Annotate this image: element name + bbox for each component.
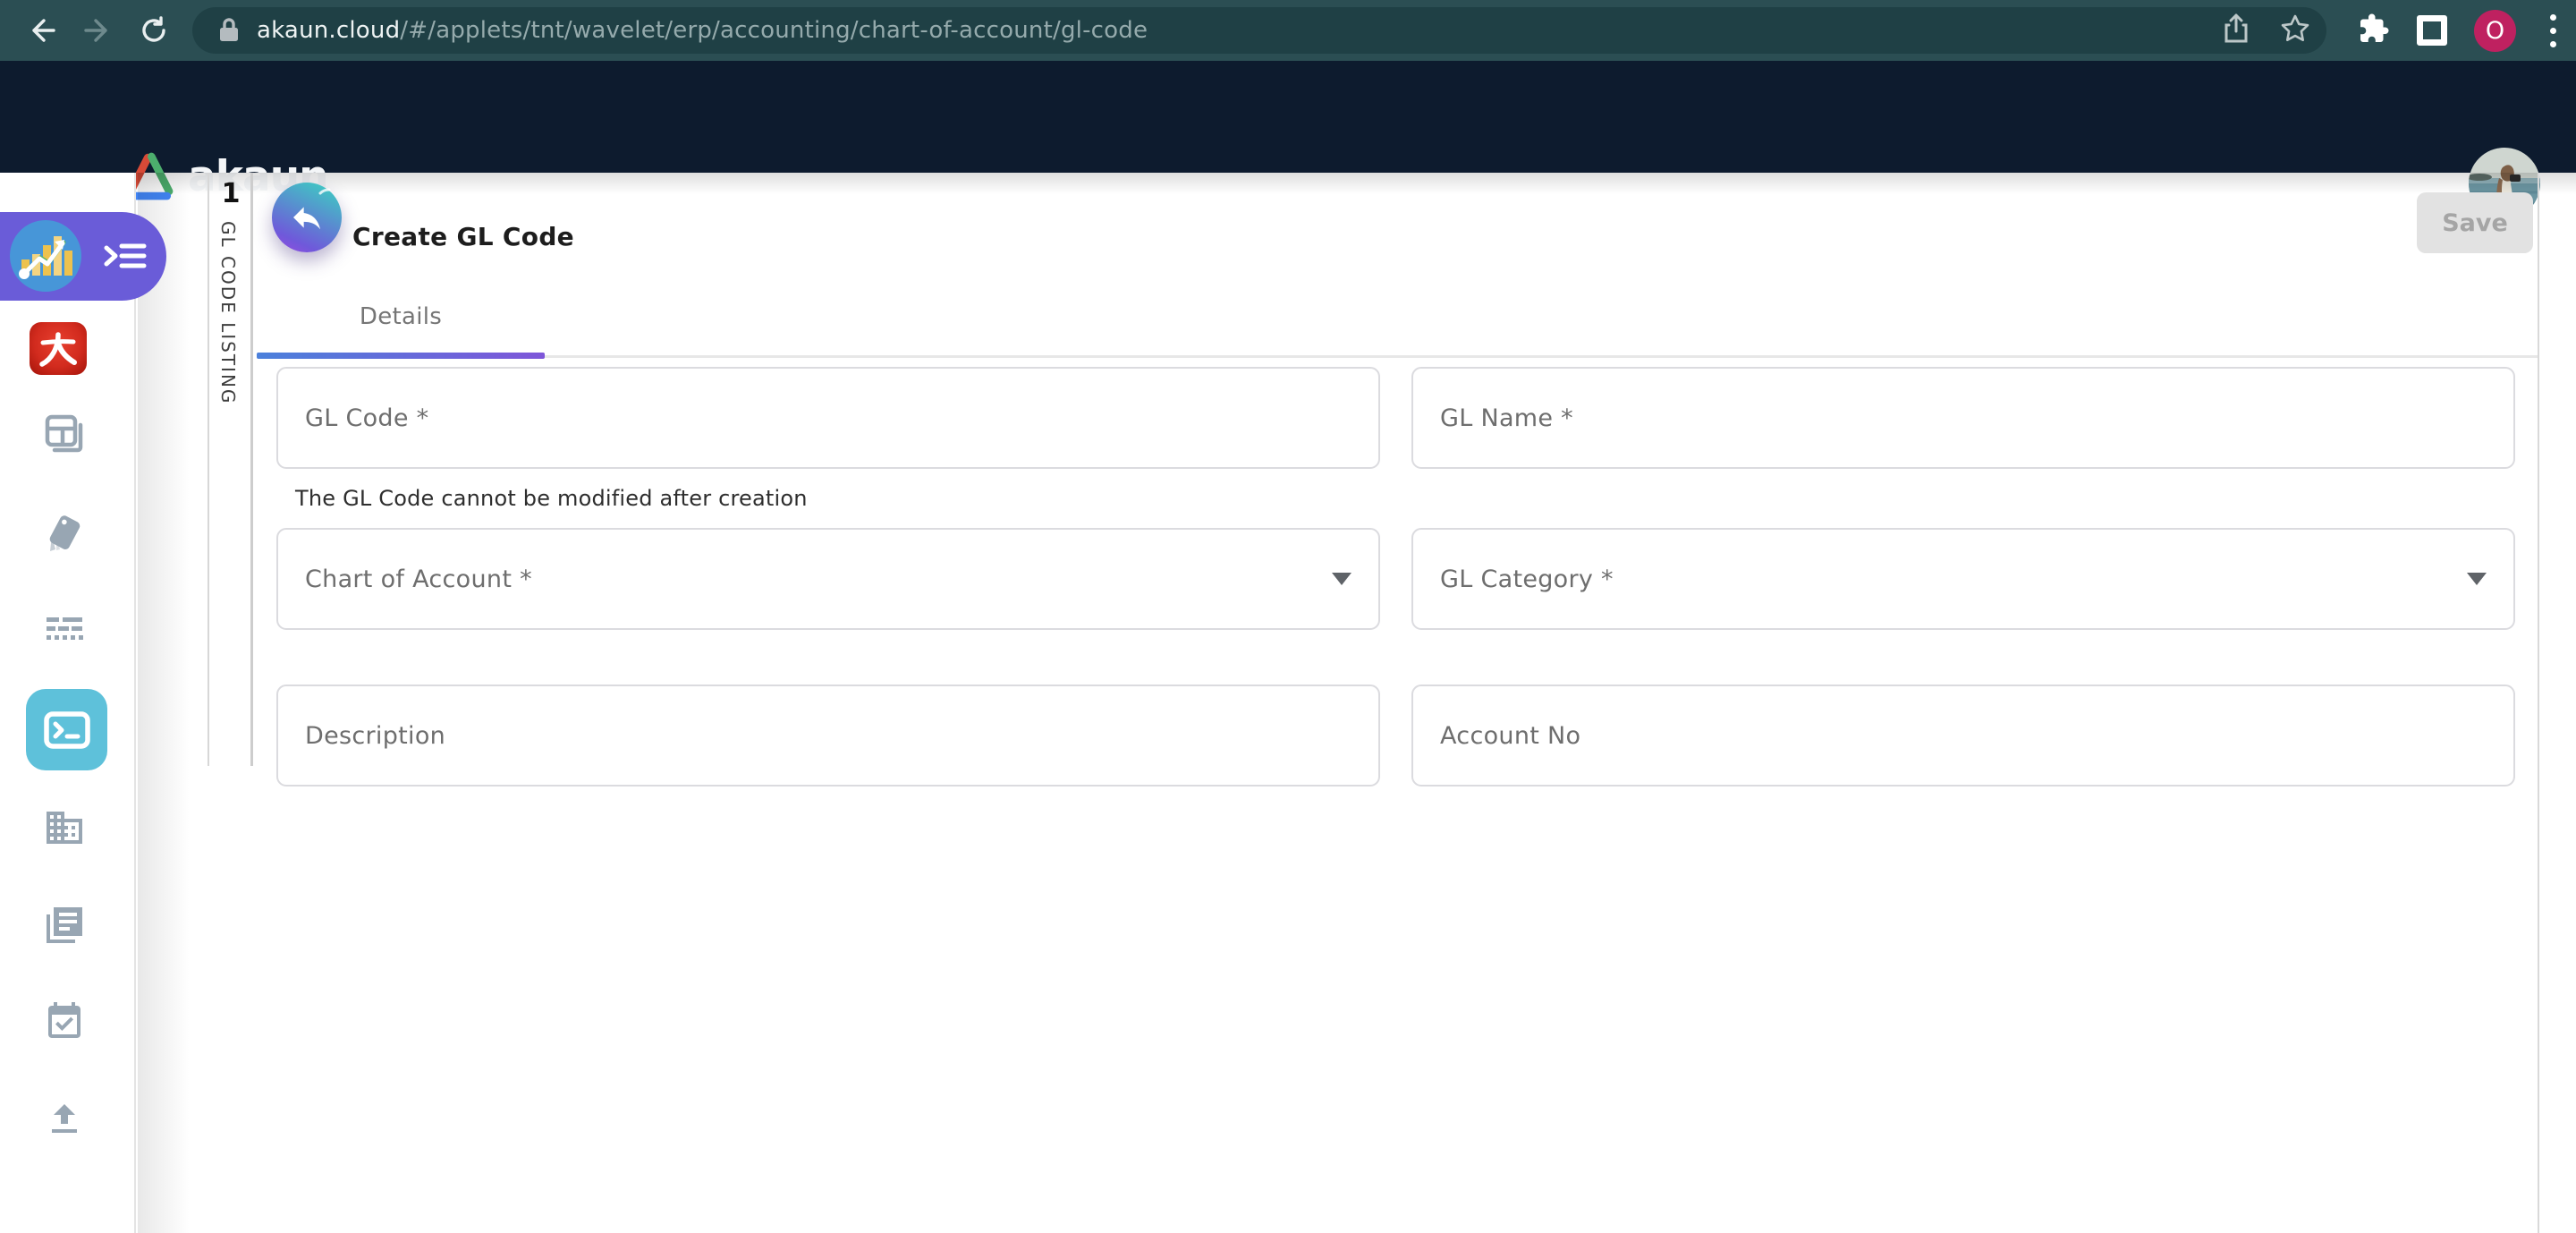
description-input[interactable] — [278, 686, 1378, 785]
window-layout-icon — [43, 413, 86, 456]
gl-code-input[interactable] — [278, 369, 1378, 467]
account-no-input[interactable] — [1413, 686, 2513, 785]
browser-toolbar: akaun.cloud/#/applets/tnt/wavelet/erp/ac… — [0, 0, 2576, 61]
gl-category-label: GL Category * — [1440, 565, 1614, 593]
gl-category-select[interactable]: GL Category * — [1411, 528, 2515, 630]
sidebar-item-row-list[interactable] — [43, 610, 86, 653]
fab-highlight — [317, 188, 336, 208]
sidebar-item-organization[interactable] — [43, 806, 86, 849]
back-icon[interactable] — [23, 13, 59, 48]
panel-vertical-label[interactable]: GL CODE LISTING — [217, 221, 239, 404]
account-no-field[interactable] — [1411, 685, 2515, 787]
sidebar-item-terminal-active[interactable] — [26, 689, 107, 770]
sidebar-item-style[interactable] — [43, 512, 86, 555]
panel-left-border — [208, 173, 209, 766]
gl-name-input[interactable] — [1413, 369, 2513, 467]
chart-of-account-select[interactable]: Chart of Account * — [276, 528, 1380, 630]
refresh-icon[interactable] — [136, 13, 172, 48]
sidebar-item-calendar[interactable] — [43, 1000, 86, 1043]
back-button[interactable] — [272, 183, 342, 252]
url-text: akaun.cloud/#/applets/tnt/wavelet/erp/ac… — [257, 17, 1148, 44]
lock-icon — [217, 17, 241, 44]
sidebar-item-library[interactable] — [43, 904, 86, 947]
building-icon — [43, 806, 86, 849]
share-icon[interactable] — [2223, 13, 2250, 47]
page-title: Create GL Code — [352, 222, 574, 251]
save-button[interactable]: Save — [2417, 192, 2533, 253]
da-character-icon — [38, 330, 79, 368]
gl-code-field[interactable] — [276, 367, 1380, 469]
app-header: akaun — [0, 61, 2576, 173]
main-scrollbar[interactable] — [2538, 173, 2539, 1233]
extensions-puzzle-icon[interactable] — [2358, 13, 2390, 48]
chart-applet-icon[interactable] — [10, 220, 81, 292]
description-field[interactable] — [276, 685, 1380, 787]
sidebar-item-da-applet[interactable] — [30, 322, 87, 375]
header-shadow — [0, 173, 2576, 194]
sidebar-item-active-applet[interactable] — [0, 212, 166, 301]
gl-name-field[interactable] — [1411, 367, 2515, 469]
calendar-check-icon — [43, 1000, 86, 1043]
panel-step-number: 1 — [213, 178, 249, 209]
url-domain: akaun.cloud — [257, 17, 400, 44]
side-panel-icon[interactable] — [2417, 15, 2447, 46]
browser-profile-badge[interactable]: O — [2474, 10, 2516, 52]
style-cards-icon — [43, 512, 86, 555]
panel-right-border[interactable] — [250, 173, 253, 766]
bookmark-star-icon[interactable] — [2280, 13, 2310, 47]
screen: akaun.cloud/#/applets/tnt/wavelet/erp/ac… — [0, 0, 2576, 1233]
gl-code-helper-text: The GL Code cannot be modified after cre… — [295, 486, 808, 511]
forward-icon[interactable] — [80, 13, 116, 48]
tab-bar-rail — [545, 355, 2538, 358]
tab-details[interactable]: Details — [257, 288, 545, 345]
row-list-icon — [43, 610, 86, 653]
chevron-down-icon — [1332, 573, 1352, 585]
sidebar-item-upload[interactable] — [43, 1097, 86, 1140]
browser-menu-icon[interactable] — [2543, 14, 2563, 47]
chevron-down-icon — [2467, 573, 2487, 585]
library-books-icon — [43, 904, 86, 947]
url-path: /#/applets/tnt/wavelet/erp/accounting/ch… — [400, 17, 1148, 44]
sidebar-shadow — [138, 173, 190, 1233]
tab-active-indicator — [257, 353, 545, 359]
sidebar-item-window-layout[interactable] — [43, 413, 86, 456]
address-bar[interactable]: akaun.cloud/#/applets/tnt/wavelet/erp/ac… — [192, 7, 2326, 54]
terminal-icon — [44, 711, 90, 749]
upload-icon — [43, 1097, 86, 1140]
chart-of-account-label: Chart of Account * — [305, 565, 532, 593]
sidebar-expand-icon[interactable] — [104, 235, 147, 276]
